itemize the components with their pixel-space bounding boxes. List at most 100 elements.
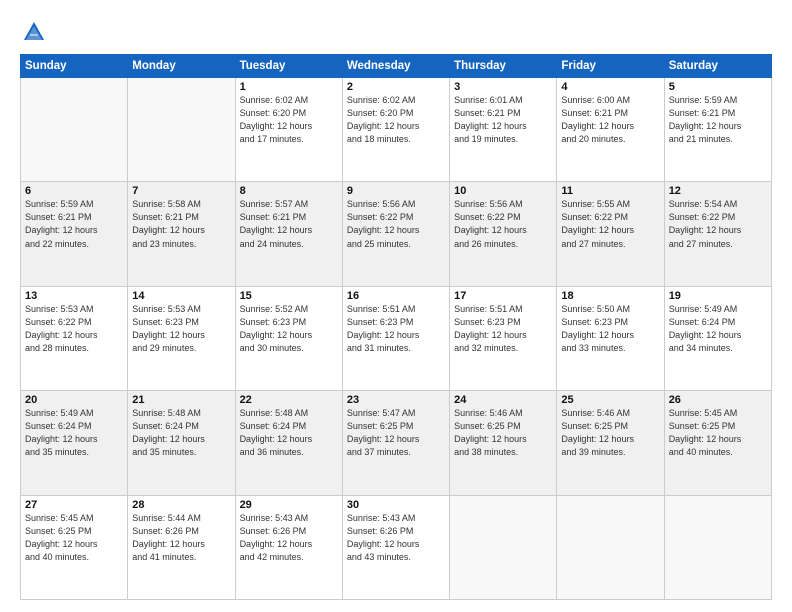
calendar-cell: 19Sunrise: 5:49 AM Sunset: 6:24 PM Dayli…	[664, 286, 771, 390]
calendar-cell: 17Sunrise: 5:51 AM Sunset: 6:23 PM Dayli…	[450, 286, 557, 390]
calendar-cell	[664, 495, 771, 599]
day-number: 6	[25, 185, 123, 197]
calendar-header-saturday: Saturday	[664, 55, 771, 78]
logo-icon	[20, 18, 48, 46]
day-info: Sunrise: 5:45 AM Sunset: 6:25 PM Dayligh…	[669, 407, 767, 459]
day-info: Sunrise: 5:59 AM Sunset: 6:21 PM Dayligh…	[669, 94, 767, 146]
day-number: 29	[240, 499, 338, 511]
day-number: 9	[347, 185, 445, 197]
calendar-cell: 18Sunrise: 5:50 AM Sunset: 6:23 PM Dayli…	[557, 286, 664, 390]
day-number: 16	[347, 290, 445, 302]
day-number: 3	[454, 81, 552, 93]
day-info: Sunrise: 5:51 AM Sunset: 6:23 PM Dayligh…	[347, 303, 445, 355]
day-info: Sunrise: 5:52 AM Sunset: 6:23 PM Dayligh…	[240, 303, 338, 355]
day-info: Sunrise: 5:43 AM Sunset: 6:26 PM Dayligh…	[240, 512, 338, 564]
day-number: 10	[454, 185, 552, 197]
day-info: Sunrise: 5:46 AM Sunset: 6:25 PM Dayligh…	[454, 407, 552, 459]
day-number: 23	[347, 394, 445, 406]
day-info: Sunrise: 5:47 AM Sunset: 6:25 PM Dayligh…	[347, 407, 445, 459]
calendar-cell: 27Sunrise: 5:45 AM Sunset: 6:25 PM Dayli…	[21, 495, 128, 599]
day-info: Sunrise: 5:53 AM Sunset: 6:23 PM Dayligh…	[132, 303, 230, 355]
calendar-week-row: 27Sunrise: 5:45 AM Sunset: 6:25 PM Dayli…	[21, 495, 772, 599]
calendar-cell: 8Sunrise: 5:57 AM Sunset: 6:21 PM Daylig…	[235, 182, 342, 286]
day-number: 11	[561, 185, 659, 197]
day-number: 18	[561, 290, 659, 302]
day-number: 14	[132, 290, 230, 302]
calendar-cell: 20Sunrise: 5:49 AM Sunset: 6:24 PM Dayli…	[21, 391, 128, 495]
day-info: Sunrise: 5:49 AM Sunset: 6:24 PM Dayligh…	[669, 303, 767, 355]
day-number: 20	[25, 394, 123, 406]
day-number: 17	[454, 290, 552, 302]
day-info: Sunrise: 5:51 AM Sunset: 6:23 PM Dayligh…	[454, 303, 552, 355]
day-info: Sunrise: 6:00 AM Sunset: 6:21 PM Dayligh…	[561, 94, 659, 146]
day-number: 25	[561, 394, 659, 406]
calendar-header-thursday: Thursday	[450, 55, 557, 78]
calendar-cell: 24Sunrise: 5:46 AM Sunset: 6:25 PM Dayli…	[450, 391, 557, 495]
day-info: Sunrise: 5:59 AM Sunset: 6:21 PM Dayligh…	[25, 198, 123, 250]
day-info: Sunrise: 5:55 AM Sunset: 6:22 PM Dayligh…	[561, 198, 659, 250]
calendar-cell: 6Sunrise: 5:59 AM Sunset: 6:21 PM Daylig…	[21, 182, 128, 286]
day-info: Sunrise: 5:44 AM Sunset: 6:26 PM Dayligh…	[132, 512, 230, 564]
calendar-cell: 1Sunrise: 6:02 AM Sunset: 6:20 PM Daylig…	[235, 78, 342, 182]
day-info: Sunrise: 5:58 AM Sunset: 6:21 PM Dayligh…	[132, 198, 230, 250]
calendar-cell: 23Sunrise: 5:47 AM Sunset: 6:25 PM Dayli…	[342, 391, 449, 495]
day-info: Sunrise: 6:02 AM Sunset: 6:20 PM Dayligh…	[347, 94, 445, 146]
calendar-table: SundayMondayTuesdayWednesdayThursdayFrid…	[20, 54, 772, 600]
calendar-cell: 14Sunrise: 5:53 AM Sunset: 6:23 PM Dayli…	[128, 286, 235, 390]
day-info: Sunrise: 5:48 AM Sunset: 6:24 PM Dayligh…	[132, 407, 230, 459]
day-number: 4	[561, 81, 659, 93]
day-info: Sunrise: 5:57 AM Sunset: 6:21 PM Dayligh…	[240, 198, 338, 250]
day-info: Sunrise: 5:43 AM Sunset: 6:26 PM Dayligh…	[347, 512, 445, 564]
day-number: 30	[347, 499, 445, 511]
day-number: 28	[132, 499, 230, 511]
calendar-cell: 7Sunrise: 5:58 AM Sunset: 6:21 PM Daylig…	[128, 182, 235, 286]
calendar-cell: 28Sunrise: 5:44 AM Sunset: 6:26 PM Dayli…	[128, 495, 235, 599]
calendar-header-tuesday: Tuesday	[235, 55, 342, 78]
day-info: Sunrise: 6:02 AM Sunset: 6:20 PM Dayligh…	[240, 94, 338, 146]
calendar-cell: 10Sunrise: 5:56 AM Sunset: 6:22 PM Dayli…	[450, 182, 557, 286]
calendar-cell: 2Sunrise: 6:02 AM Sunset: 6:20 PM Daylig…	[342, 78, 449, 182]
logo	[20, 18, 52, 46]
day-number: 12	[669, 185, 767, 197]
day-number: 2	[347, 81, 445, 93]
day-info: Sunrise: 5:54 AM Sunset: 6:22 PM Dayligh…	[669, 198, 767, 250]
calendar-cell: 15Sunrise: 5:52 AM Sunset: 6:23 PM Dayli…	[235, 286, 342, 390]
calendar-header-wednesday: Wednesday	[342, 55, 449, 78]
calendar-header-friday: Friday	[557, 55, 664, 78]
calendar-cell: 13Sunrise: 5:53 AM Sunset: 6:22 PM Dayli…	[21, 286, 128, 390]
calendar-cell: 25Sunrise: 5:46 AM Sunset: 6:25 PM Dayli…	[557, 391, 664, 495]
calendar-cell: 30Sunrise: 5:43 AM Sunset: 6:26 PM Dayli…	[342, 495, 449, 599]
day-number: 8	[240, 185, 338, 197]
calendar-header-monday: Monday	[128, 55, 235, 78]
calendar-cell	[128, 78, 235, 182]
calendar-header-sunday: Sunday	[21, 55, 128, 78]
calendar-cell: 3Sunrise: 6:01 AM Sunset: 6:21 PM Daylig…	[450, 78, 557, 182]
day-info: Sunrise: 5:50 AM Sunset: 6:23 PM Dayligh…	[561, 303, 659, 355]
day-number: 13	[25, 290, 123, 302]
day-number: 24	[454, 394, 552, 406]
day-number: 22	[240, 394, 338, 406]
calendar-cell: 11Sunrise: 5:55 AM Sunset: 6:22 PM Dayli…	[557, 182, 664, 286]
calendar-cell	[450, 495, 557, 599]
day-info: Sunrise: 5:56 AM Sunset: 6:22 PM Dayligh…	[454, 198, 552, 250]
calendar-cell: 5Sunrise: 5:59 AM Sunset: 6:21 PM Daylig…	[664, 78, 771, 182]
page: SundayMondayTuesdayWednesdayThursdayFrid…	[0, 0, 792, 612]
day-info: Sunrise: 5:53 AM Sunset: 6:22 PM Dayligh…	[25, 303, 123, 355]
header	[20, 18, 772, 46]
calendar-cell: 4Sunrise: 6:00 AM Sunset: 6:21 PM Daylig…	[557, 78, 664, 182]
day-info: Sunrise: 5:48 AM Sunset: 6:24 PM Dayligh…	[240, 407, 338, 459]
day-info: Sunrise: 5:56 AM Sunset: 6:22 PM Dayligh…	[347, 198, 445, 250]
day-number: 15	[240, 290, 338, 302]
day-info: Sunrise: 5:46 AM Sunset: 6:25 PM Dayligh…	[561, 407, 659, 459]
calendar-cell: 22Sunrise: 5:48 AM Sunset: 6:24 PM Dayli…	[235, 391, 342, 495]
day-info: Sunrise: 5:45 AM Sunset: 6:25 PM Dayligh…	[25, 512, 123, 564]
calendar-week-row: 6Sunrise: 5:59 AM Sunset: 6:21 PM Daylig…	[21, 182, 772, 286]
calendar-week-row: 20Sunrise: 5:49 AM Sunset: 6:24 PM Dayli…	[21, 391, 772, 495]
calendar-cell: 16Sunrise: 5:51 AM Sunset: 6:23 PM Dayli…	[342, 286, 449, 390]
calendar-header-row: SundayMondayTuesdayWednesdayThursdayFrid…	[21, 55, 772, 78]
calendar-cell: 21Sunrise: 5:48 AM Sunset: 6:24 PM Dayli…	[128, 391, 235, 495]
day-number: 7	[132, 185, 230, 197]
calendar-week-row: 13Sunrise: 5:53 AM Sunset: 6:22 PM Dayli…	[21, 286, 772, 390]
day-number: 21	[132, 394, 230, 406]
calendar-cell: 26Sunrise: 5:45 AM Sunset: 6:25 PM Dayli…	[664, 391, 771, 495]
